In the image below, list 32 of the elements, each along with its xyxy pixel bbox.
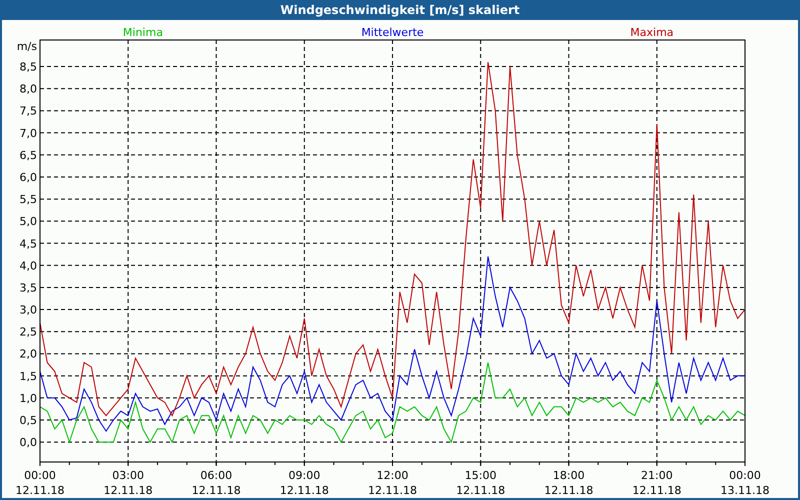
y-tick-label: 1,5: [20, 370, 37, 383]
x-tick-label: 18:00 12.11.18: [544, 469, 594, 497]
x-tick-label: 03:00 12.11.18: [104, 469, 153, 497]
y-tick-label: 6,0: [20, 170, 37, 184]
legend-label: Mittelwerte: [361, 26, 424, 39]
x-tick-label: 21:00 12.11.18: [632, 469, 682, 497]
y-tick-label: 8,5: [20, 60, 37, 74]
y-tick-label: 4,5: [20, 237, 37, 250]
y-tick-label: 7,5: [20, 104, 37, 118]
y-tick-label: 5,0: [20, 215, 37, 228]
y-tick-label: 6,5: [20, 148, 37, 162]
y-tick-label: 2,0: [20, 348, 37, 361]
y-tick-label: 8,0: [20, 82, 37, 96]
y-tick-label: 0,0: [20, 436, 37, 450]
x-tick-label: 12:00 12.11.18: [368, 469, 417, 497]
x-tick-label: 00:00 12.11.18: [16, 469, 64, 497]
x-tick-label: 15:00 12.11.18: [456, 469, 506, 497]
legend-label: Minima: [122, 26, 163, 39]
y-tick-label: 4,0: [20, 259, 37, 272]
y-tick-label: 1,0: [20, 392, 37, 405]
x-tick-label: 09:00 12.11.18: [280, 469, 329, 497]
x-tick-label: 06:00 12.11.18: [192, 469, 241, 497]
y-tick-label: 3,5: [20, 281, 37, 294]
y-tick-label: 2,5: [20, 326, 37, 339]
legend-label: Maxima: [630, 26, 674, 39]
y-tick-label: 0,5: [20, 414, 37, 428]
x-tick-label: 00:00 13.11.18: [720, 469, 770, 497]
y-tick-label: 7,0: [20, 126, 37, 140]
y-tick-label: 5,5: [20, 193, 37, 206]
axis-title: m/s: [16, 40, 37, 53]
y-tick-label: 3,0: [20, 304, 37, 317]
window-title: Windgeschwindigkeit [m/s] skaliert: [279, 2, 521, 19]
